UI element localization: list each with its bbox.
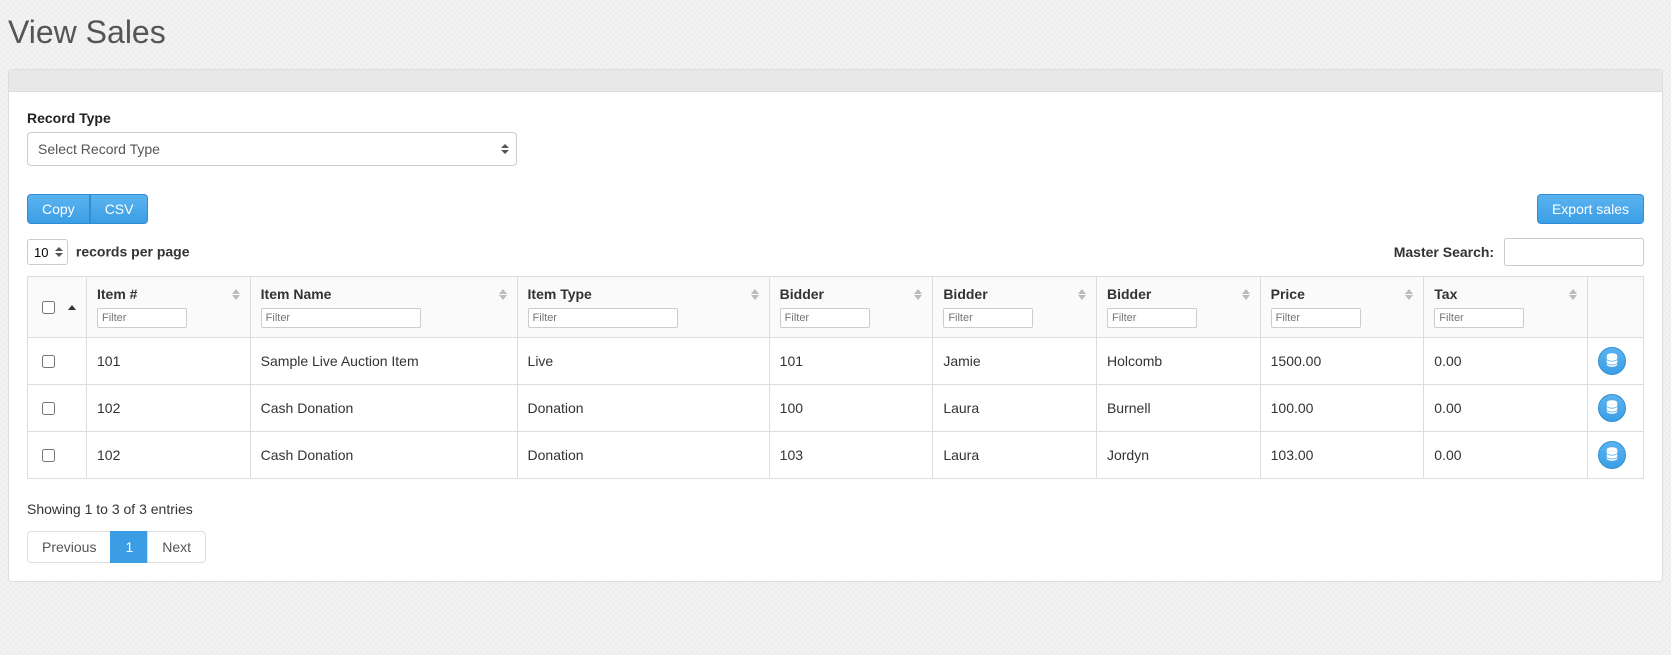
export-button-group: Copy CSV xyxy=(27,194,148,224)
filter-price[interactable] xyxy=(1271,308,1361,328)
cell-item-no: 101 xyxy=(87,338,251,385)
sort-icon[interactable] xyxy=(1569,289,1577,300)
row-action-button[interactable] xyxy=(1598,394,1626,422)
col-label: Item Name xyxy=(261,286,332,302)
sort-icon[interactable] xyxy=(1242,289,1250,300)
col-actions xyxy=(1588,277,1644,338)
table-controls: 10 records per page Master Search: xyxy=(27,238,1644,266)
col-bidder-last[interactable]: Bidder xyxy=(1096,277,1260,338)
filter-item-type[interactable] xyxy=(528,308,678,328)
table-row: 102Cash DonationDonation103LauraJordyn10… xyxy=(28,432,1644,479)
database-icon xyxy=(1606,447,1618,464)
master-search-input[interactable] xyxy=(1504,238,1644,266)
cell-tax: 0.00 xyxy=(1424,338,1588,385)
toolbar: Copy CSV Export sales xyxy=(27,194,1644,224)
length-control: 10 records per page xyxy=(27,239,190,265)
sort-icon[interactable] xyxy=(68,305,76,310)
col-label: Item # xyxy=(97,286,137,302)
sort-icon[interactable] xyxy=(914,289,922,300)
export-sales-button[interactable]: Export sales xyxy=(1537,194,1644,224)
cell-item-type: Live xyxy=(517,338,769,385)
col-item-type[interactable]: Item Type xyxy=(517,277,769,338)
copy-button[interactable]: Copy xyxy=(27,194,90,224)
filter-tax[interactable] xyxy=(1434,308,1524,328)
col-label: Bidder xyxy=(943,286,987,302)
col-label: Bidder xyxy=(780,286,824,302)
page-title: View Sales xyxy=(8,14,1671,51)
panel-body: Record Type Select Record Type Copy CSV … xyxy=(9,92,1662,581)
master-search: Master Search: xyxy=(1394,238,1644,266)
col-tax[interactable]: Tax xyxy=(1424,277,1588,338)
cell-item-no: 102 xyxy=(87,385,251,432)
csv-button[interactable]: CSV xyxy=(90,194,149,224)
col-item-name[interactable]: Item Name xyxy=(250,277,517,338)
cell-bidder-no: 103 xyxy=(769,432,933,479)
page-length-select[interactable]: 10 xyxy=(27,239,68,265)
cell-tax: 0.00 xyxy=(1424,432,1588,479)
col-bidder-no[interactable]: Bidder xyxy=(769,277,933,338)
cell-item-name: Sample Live Auction Item xyxy=(250,338,517,385)
cell-bidder-last: Burnell xyxy=(1096,385,1260,432)
record-type-label: Record Type xyxy=(27,110,1644,126)
cell-price: 100.00 xyxy=(1260,385,1424,432)
pagination-next[interactable]: Next xyxy=(147,531,206,563)
col-select-all xyxy=(28,277,87,338)
length-suffix: records per page xyxy=(76,244,190,260)
sort-icon[interactable] xyxy=(751,289,759,300)
row-checkbox[interactable] xyxy=(42,402,55,415)
cell-item-type: Donation xyxy=(517,385,769,432)
cell-item-no: 102 xyxy=(87,432,251,479)
cell-bidder-last: Holcomb xyxy=(1096,338,1260,385)
panel-header xyxy=(9,70,1662,92)
row-action-button[interactable] xyxy=(1598,347,1626,375)
sales-table: Item # Item Name xyxy=(27,276,1644,479)
filter-bidder-no[interactable] xyxy=(780,308,870,328)
filter-item-no[interactable] xyxy=(97,308,187,328)
cell-bidder-no: 100 xyxy=(769,385,933,432)
select-all-checkbox[interactable] xyxy=(42,301,55,314)
cell-item-name: Cash Donation xyxy=(250,432,517,479)
sort-icon[interactable] xyxy=(1078,289,1086,300)
row-checkbox[interactable] xyxy=(42,355,55,368)
col-label: Tax xyxy=(1434,286,1457,302)
sort-icon[interactable] xyxy=(1405,289,1413,300)
col-item-no[interactable]: Item # xyxy=(87,277,251,338)
cell-item-name: Cash Donation xyxy=(250,385,517,432)
col-label: Price xyxy=(1271,286,1305,302)
row-action-button[interactable] xyxy=(1598,441,1626,469)
sort-icon[interactable] xyxy=(232,289,240,300)
filter-bidder-last[interactable] xyxy=(1107,308,1197,328)
database-icon xyxy=(1606,353,1618,370)
cell-bidder-first: Jamie xyxy=(933,338,1097,385)
table-row: 101Sample Live Auction ItemLive101JamieH… xyxy=(28,338,1644,385)
master-search-label: Master Search: xyxy=(1394,244,1494,260)
cell-bidder-first: Laura xyxy=(933,432,1097,479)
table-row: 102Cash DonationDonation100LauraBurnell1… xyxy=(28,385,1644,432)
pagination-prev[interactable]: Previous xyxy=(27,531,111,563)
cell-bidder-no: 101 xyxy=(769,338,933,385)
record-type-select[interactable]: Select Record Type xyxy=(27,132,517,166)
filter-item-name[interactable] xyxy=(261,308,421,328)
row-checkbox[interactable] xyxy=(42,449,55,462)
col-label: Bidder xyxy=(1107,286,1151,302)
sort-icon[interactable] xyxy=(499,289,507,300)
cell-tax: 0.00 xyxy=(1424,385,1588,432)
database-icon xyxy=(1606,400,1618,417)
pagination: Previous 1 Next xyxy=(27,531,1644,563)
table-info: Showing 1 to 3 of 3 entries xyxy=(27,501,1644,517)
record-type-select-wrap: Select Record Type xyxy=(27,132,517,166)
sales-panel: Record Type Select Record Type Copy CSV … xyxy=(8,69,1663,582)
cell-bidder-first: Laura xyxy=(933,385,1097,432)
col-price[interactable]: Price xyxy=(1260,277,1424,338)
col-label: Item Type xyxy=(528,286,592,302)
col-bidder-first[interactable]: Bidder xyxy=(933,277,1097,338)
filter-bidder-first[interactable] xyxy=(943,308,1033,328)
cell-price: 1500.00 xyxy=(1260,338,1424,385)
cell-bidder-last: Jordyn xyxy=(1096,432,1260,479)
pagination-page-1[interactable]: 1 xyxy=(110,531,148,563)
cell-item-type: Donation xyxy=(517,432,769,479)
cell-price: 103.00 xyxy=(1260,432,1424,479)
